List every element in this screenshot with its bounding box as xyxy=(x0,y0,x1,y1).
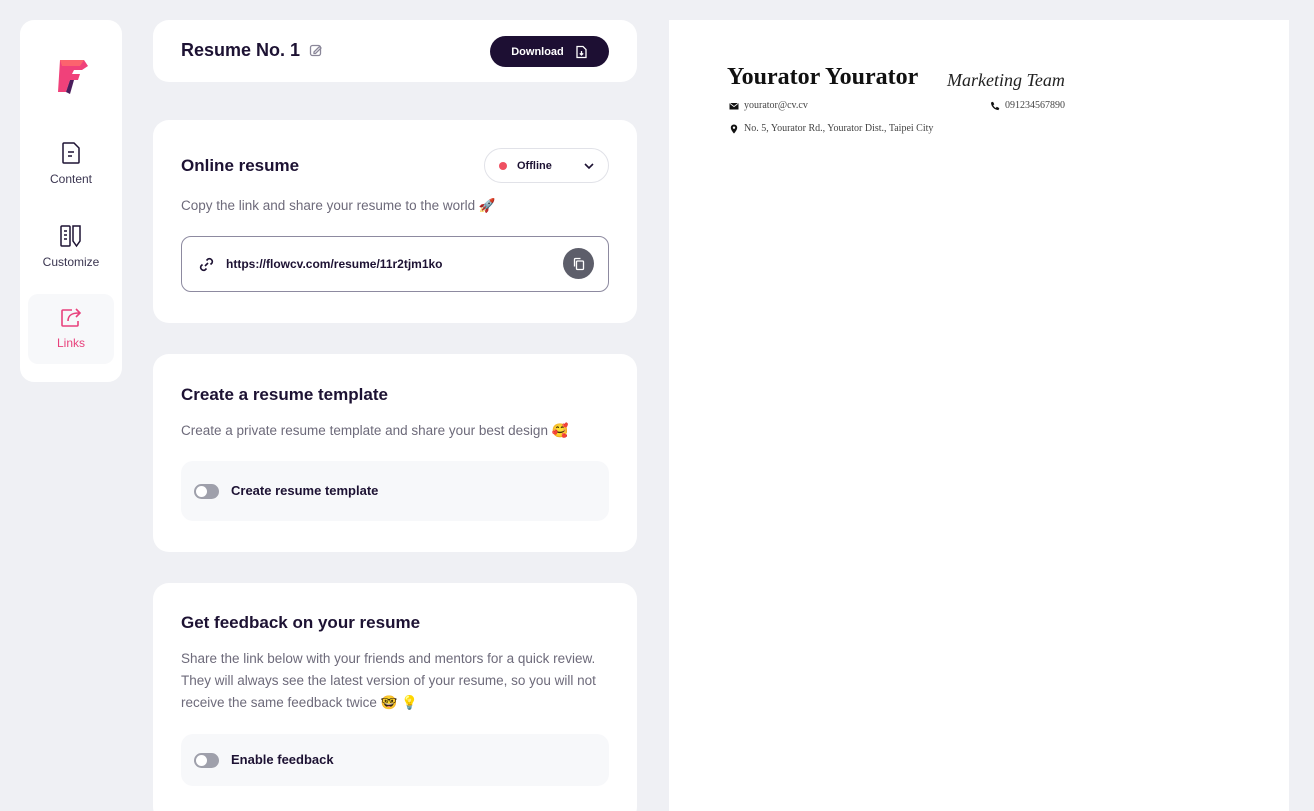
template-heading: Create a resume template xyxy=(181,385,388,404)
resume-template-card: Create a resume template Create a privat… xyxy=(153,354,637,552)
chevron-down-icon xyxy=(584,163,594,170)
link-icon xyxy=(199,257,214,272)
online-resume-description: Copy the link and share your resume to t… xyxy=(181,198,496,213)
cv-email: yourator@cv.cv xyxy=(744,100,808,111)
nav-item-links[interactable]: Links xyxy=(28,294,114,364)
feedback-description: Share the link below with your friends a… xyxy=(181,651,596,710)
nav-label: Links xyxy=(56,336,85,350)
feedback-heading: Get feedback on your resume xyxy=(181,613,421,632)
copy-icon xyxy=(573,257,584,270)
template-toggle-label: Create resume template xyxy=(231,483,379,498)
nav-item-customize[interactable]: Customize xyxy=(28,213,114,283)
cv-address: No. 5, Yourator Rd., Yourator Dist., Tai… xyxy=(744,123,934,134)
resume-preview: Yourator Yourator Marketing Team yourato… xyxy=(669,20,1289,811)
resume-link-field[interactable]: https://flowcv.com/resume/11r2tjm1ko xyxy=(181,236,609,292)
copy-link-button[interactable] xyxy=(563,248,594,279)
cv-phone-line: 091234567890 xyxy=(990,100,1065,111)
location-pin-icon xyxy=(730,124,738,133)
nav-label: Customize xyxy=(42,255,100,269)
feedback-card: Get feedback on your resume Share the li… xyxy=(153,583,637,811)
status-value: Offline xyxy=(517,159,552,172)
status-select[interactable]: Offline xyxy=(484,148,609,183)
edit-icon[interactable] xyxy=(309,43,323,57)
online-resume-heading: Online resume xyxy=(181,156,300,175)
feedback-toggle-row[interactable]: Enable feedback xyxy=(181,734,609,786)
resume-title: Resume No. 1 xyxy=(181,40,301,60)
feedback-toggle-label: Enable feedback xyxy=(231,752,334,767)
phone-icon xyxy=(991,101,1000,110)
cv-role: Marketing Team xyxy=(947,70,1065,90)
download-label: Download xyxy=(511,45,564,58)
flowcv-logo-icon[interactable] xyxy=(52,56,90,96)
online-resume-card: Online resume Offline Copy the link and … xyxy=(153,120,637,323)
share-icon xyxy=(61,308,82,327)
download-file-icon xyxy=(576,45,587,58)
template-toggle-row[interactable]: Create resume template xyxy=(181,461,609,521)
document-icon xyxy=(62,142,80,164)
cv-name: Yourator Yourator xyxy=(727,64,919,90)
nav-item-content[interactable]: Content xyxy=(28,130,114,200)
template-toggle[interactable] xyxy=(194,484,219,499)
cv-email-line: yourator@cv.cv xyxy=(729,100,808,111)
resume-header-card: Resume No. 1 Download xyxy=(153,20,637,82)
envelope-icon xyxy=(729,102,739,109)
feedback-toggle[interactable] xyxy=(194,753,219,768)
template-description: Create a private resume template and sha… xyxy=(181,423,569,438)
resume-url: https://flowcv.com/resume/11r2tjm1ko xyxy=(226,257,443,271)
nav-label: Content xyxy=(49,172,93,186)
status-dot xyxy=(499,161,507,170)
palette-icon xyxy=(60,225,81,248)
cv-address-line: No. 5, Yourator Rd., Yourator Dist., Tai… xyxy=(729,123,933,134)
side-nav: Content Customize Links xyxy=(20,20,122,382)
cv-phone: 091234567890 xyxy=(1005,100,1065,111)
download-button[interactable]: Download xyxy=(490,36,609,67)
